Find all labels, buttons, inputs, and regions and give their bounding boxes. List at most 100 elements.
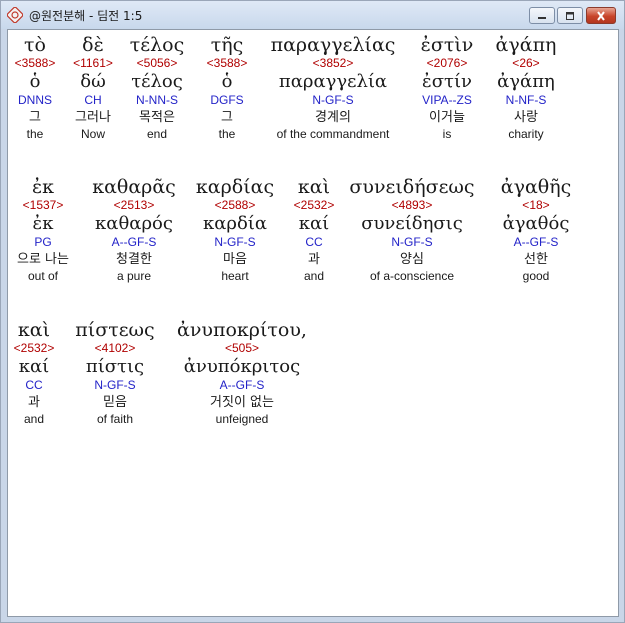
word-block[interactable]: καὶ <2532> καί CC 과 and: [14, 319, 55, 427]
parsing-code: N-NF-S: [505, 93, 547, 107]
strongs-number[interactable]: <3852>: [271, 56, 396, 71]
strongs-number[interactable]: <2076>: [421, 56, 474, 71]
parsing-code: N-NN-S: [135, 93, 178, 107]
bible-app-icon[interactable]: [6, 6, 24, 24]
maximize-icon: [564, 6, 576, 25]
lemma: καθαρός: [95, 213, 173, 234]
korean-gloss: 으로 나는: [17, 252, 69, 267]
lemma: παραγγελία: [278, 71, 388, 92]
title-bar[interactable]: @원전분해 - 딤전 1:5: [1, 1, 624, 29]
korean-gloss: 마음: [223, 252, 247, 267]
english-gloss: of a-conscience: [369, 269, 455, 283]
word-block[interactable]: ἀνυποκρίτου, <505> ἀνυπόκριτος A--GF-S 거…: [177, 319, 307, 427]
lemma: καί: [18, 356, 50, 377]
strongs-number[interactable]: <2532>: [294, 198, 335, 213]
parsing-code: DNNS: [17, 93, 52, 107]
greek-word: καὶ: [297, 176, 331, 198]
strongs-number[interactable]: <4893>: [349, 198, 474, 213]
greek-word: καὶ: [17, 319, 51, 341]
greek-word: δὲ: [82, 34, 104, 56]
english-gloss: good: [522, 269, 550, 283]
korean-gloss: 그러나: [75, 110, 111, 125]
greek-word: καρδίας: [195, 176, 275, 198]
lemma: καί: [298, 213, 330, 234]
lemma: ὁ: [221, 71, 233, 92]
parsing-code: N-GF-S: [312, 93, 354, 107]
word-block[interactable]: καρδίας <2588> καρδία N-GF-S 마음 heart: [196, 176, 274, 284]
korean-gloss: 과: [28, 395, 40, 410]
parsing-code: CH: [84, 93, 102, 107]
word-block[interactable]: ἀγαθῆς <18> ἀγαθός A--GF-S 선한 good: [501, 176, 571, 284]
parsing-code: N-GF-S: [94, 378, 136, 392]
lemma: καρδία: [202, 213, 268, 234]
word-block[interactable]: τὸ <3588> ὁ DNNS 그 the: [15, 34, 56, 142]
strongs-number[interactable]: <505>: [177, 341, 307, 356]
english-gloss: end: [146, 127, 168, 141]
korean-gloss: 경계의: [315, 110, 351, 125]
strongs-number[interactable]: <5056>: [130, 56, 184, 71]
parsing-code: CC: [25, 378, 43, 392]
strongs-number[interactable]: <18>: [501, 198, 571, 213]
lemma: ἐστίν: [422, 71, 472, 92]
word-block[interactable]: δὲ <1161> δώ CH 그러나 Now: [73, 34, 113, 142]
word-block[interactable]: καθαρᾶς <2513> καθαρός A--GF-S 청결한 a pur…: [92, 176, 176, 284]
parsing-code: PG: [34, 235, 52, 249]
maximize-button[interactable]: [557, 7, 583, 24]
strongs-number[interactable]: <2513>: [92, 198, 176, 213]
strongs-number[interactable]: <1537>: [17, 198, 69, 213]
parsing-code: A--GF-S: [111, 235, 157, 249]
strongs-number[interactable]: <4102>: [75, 341, 154, 356]
strongs-number[interactable]: <2588>: [196, 198, 274, 213]
parsing-code: N-GF-S: [214, 235, 256, 249]
app-window: @원전분해 - 딤전 1:5 τὸ <3588> ὁ DNNS 그 the δὲ…: [0, 0, 625, 623]
greek-word: συνειδήσεως: [349, 176, 475, 198]
word-block[interactable]: τῆς <3588> ὁ DGFS 그 the: [207, 34, 248, 142]
english-gloss: and: [23, 412, 45, 426]
interlinear-panel[interactable]: τὸ <3588> ὁ DNNS 그 the δὲ <1161> δώ CH 그…: [7, 29, 619, 617]
close-button[interactable]: [586, 7, 616, 24]
korean-gloss: 사랑: [514, 110, 538, 125]
greek-word: τὸ: [24, 34, 46, 56]
english-gloss: out of: [27, 269, 59, 283]
greek-word: τέλος: [129, 34, 185, 56]
word-block[interactable]: πίστεως <4102> πίστις N-GF-S 믿음 of faith: [75, 319, 154, 427]
word-block[interactable]: ἀγάπη <26> ἀγάπη N-NF-S 사랑 charity: [496, 34, 557, 142]
strongs-number[interactable]: <3588>: [207, 56, 248, 71]
lemma: ἀνυπόκριτος: [183, 356, 301, 377]
english-gloss: a pure: [116, 269, 152, 283]
strongs-number[interactable]: <3588>: [15, 56, 56, 71]
korean-gloss: 그: [221, 110, 233, 125]
english-gloss: the: [218, 127, 236, 141]
lemma: ἀγαθός: [502, 213, 570, 234]
parsing-code: A--GF-S: [219, 378, 265, 392]
korean-gloss: 선한: [524, 252, 548, 267]
english-gloss: of the commandment: [276, 127, 390, 141]
minimize-button[interactable]: [529, 7, 555, 24]
word-block[interactable]: καὶ <2532> καί CC 과 and: [294, 176, 335, 284]
greek-word: ἀγάπη: [495, 34, 557, 56]
lemma: ὁ: [29, 71, 41, 92]
korean-gloss: 믿음: [103, 395, 127, 410]
word-block[interactable]: παραγγελίας <3852> παραγγελία N-GF-S 경계의…: [271, 34, 396, 142]
greek-word: πίστεως: [75, 319, 155, 341]
word-block[interactable]: συνειδήσεως <4893> συνείδησις N-GF-S 양심 …: [349, 176, 474, 284]
strongs-number[interactable]: <26>: [496, 56, 557, 71]
english-gloss: and: [303, 269, 325, 283]
korean-gloss: 목적은: [139, 110, 175, 125]
parsing-code: DGFS: [210, 93, 244, 107]
english-gloss: heart: [221, 269, 249, 283]
word-block[interactable]: ἐστὶν <2076> ἐστίν VIPA--ZS 이거늘 is: [421, 34, 474, 142]
korean-gloss: 청결한: [116, 252, 152, 267]
parsing-code: A--GF-S: [513, 235, 559, 249]
word-block[interactable]: ἐκ <1537> ἐκ PG 으로 나는 out of: [17, 176, 69, 284]
strongs-number[interactable]: <1161>: [73, 56, 113, 71]
strongs-number[interactable]: <2532>: [14, 341, 55, 356]
korean-gloss: 그: [29, 110, 41, 125]
minimize-icon: [536, 6, 548, 25]
parsing-code: CC: [305, 235, 323, 249]
english-gloss: Now: [80, 127, 106, 141]
greek-word: ἐστὶν: [420, 34, 474, 56]
korean-gloss: 과: [308, 252, 320, 267]
word-block[interactable]: τέλος <5056> τέλος N-NN-S 목적은 end: [130, 34, 184, 142]
greek-word: παραγγελίας: [270, 34, 396, 56]
